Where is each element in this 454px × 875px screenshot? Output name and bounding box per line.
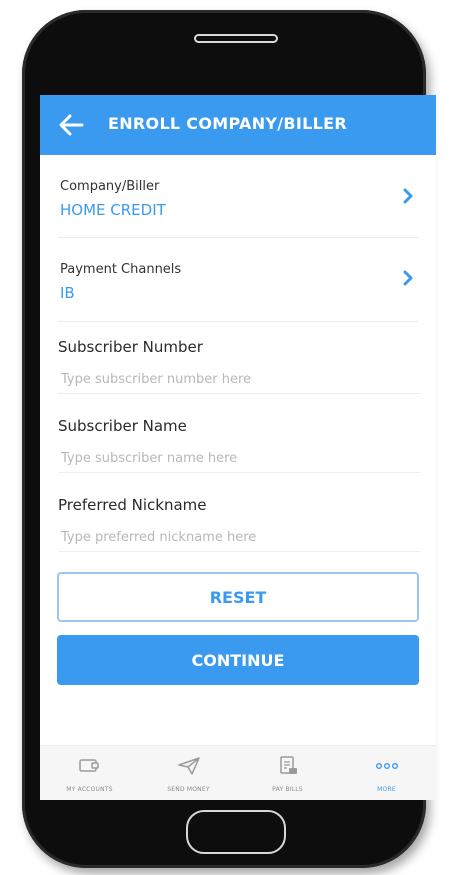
subscriber-name-input[interactable] [58,444,421,473]
payment-channels-label: Payment Channels [60,262,182,277]
preferred-nickname-input[interactable] [58,523,421,552]
payment-channels-row[interactable]: Payment Channels IB [58,237,418,322]
tab-pay-bills[interactable]: PAY BILLS [238,746,337,800]
tab-send-money[interactable]: SEND MONEY [139,746,238,800]
speaker-grille [194,34,278,43]
company-biller-label: Company/Biller [60,179,160,194]
subscriber-number-label: Subscriber Number [58,338,203,356]
company-biller-row[interactable]: Company/Biller HOME CREDIT [58,155,418,238]
tab-label: MY ACCOUNTS [66,786,113,793]
tab-more[interactable]: MORE [337,746,436,800]
tab-my-accounts[interactable]: MY ACCOUNTS [40,746,139,800]
tab-label: SEND MONEY [167,786,210,793]
subscriber-number-input[interactable] [58,365,421,394]
chevron-right-icon [403,270,413,286]
app-screen: ENROLL COMPANY/BILLER Company/Biller HOM… [40,95,436,800]
paper-plane-icon [178,757,200,775]
tab-label: PAY BILLS [272,786,303,793]
wallet-icon [79,759,99,772]
continue-button[interactable]: CONTINUE [57,635,419,685]
home-button[interactable] [186,810,286,854]
arrow-left-icon[interactable] [58,113,84,137]
bill-icon [280,756,297,774]
more-dots-icon [376,762,399,769]
app-bar: ENROLL COMPANY/BILLER [40,95,436,155]
preferred-nickname-label: Preferred Nickname [58,496,207,514]
reset-button[interactable]: RESET [57,572,419,622]
bottom-tab-bar: MY ACCOUNTS SEND MONEY PAY BILLS MORE [40,745,436,800]
payment-channels-value: IB [60,284,75,302]
chevron-right-icon [403,188,413,204]
company-biller-value: HOME CREDIT [60,201,166,219]
subscriber-name-label: Subscriber Name [58,417,187,435]
tab-label: MORE [377,786,396,793]
page-title: ENROLL COMPANY/BILLER [108,114,348,133]
